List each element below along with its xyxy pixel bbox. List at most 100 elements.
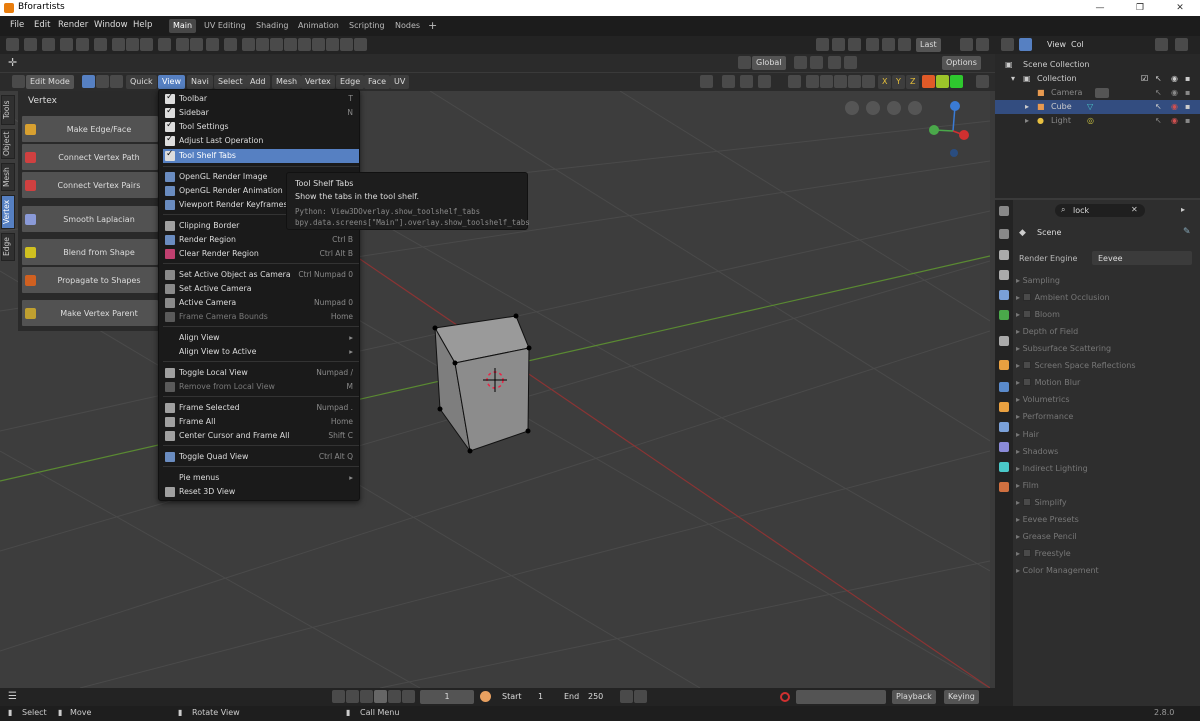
new-file-icon[interactable] bbox=[42, 38, 55, 51]
play-icon[interactable] bbox=[374, 690, 387, 703]
menu-item-toggle-quad-view[interactable]: Toggle Quad View Ctrl Alt Q bbox=[163, 450, 359, 464]
cursor-icon[interactable]: ↖ bbox=[1155, 88, 1162, 97]
close-icon[interactable]: ✕ bbox=[1160, 0, 1200, 16]
menu-item-render-region[interactable]: Render Region Ctrl B bbox=[163, 233, 359, 247]
mirror-y-toggle[interactable]: Y bbox=[892, 75, 905, 89]
import-icon[interactable] bbox=[158, 38, 171, 51]
play-reverse-icon[interactable] bbox=[360, 690, 373, 703]
panel-volumetrics[interactable]: ▸ Volumetrics bbox=[1016, 395, 1070, 404]
panel-freestyle[interactable]: ▸ Freestyle bbox=[1016, 549, 1071, 558]
playback-dropdown[interactable]: Playback bbox=[892, 690, 936, 704]
maximize-icon[interactable]: ❐ bbox=[1120, 0, 1160, 16]
propagate-to-shapes-button[interactable]: Propagate to Shapes bbox=[21, 266, 159, 294]
filter-icon[interactable] bbox=[1175, 38, 1188, 51]
cursor-icon[interactable]: ↖ bbox=[1155, 116, 1162, 125]
panel-motion-blur[interactable]: ▸ Motion Blur bbox=[1016, 378, 1080, 387]
add-workspace-button[interactable]: + bbox=[424, 17, 441, 32]
search-icon[interactable] bbox=[960, 38, 973, 51]
redo-icon[interactable] bbox=[848, 38, 861, 51]
object-tab-icon[interactable] bbox=[999, 360, 1009, 370]
panel-film[interactable]: ▸ Film bbox=[1016, 481, 1039, 490]
checkbox-icon[interactable] bbox=[1022, 361, 1031, 369]
menu-item-set-active-object-as-camera[interactable]: Set Active Object as Camera Ctrl Numpad 0 bbox=[163, 268, 359, 282]
menu-face[interactable]: Face bbox=[364, 75, 391, 89]
current-frame-field[interactable]: 1 bbox=[420, 690, 474, 704]
pin-icon[interactable]: ✎ bbox=[1183, 227, 1191, 237]
start-frame-field[interactable]: 1 bbox=[538, 692, 543, 701]
zoom-view-icon[interactable] bbox=[908, 101, 922, 115]
eye-icon[interactable]: ◉ bbox=[1171, 102, 1178, 111]
end-frame-field[interactable]: 250 bbox=[588, 692, 603, 701]
cone-icon[interactable] bbox=[326, 38, 339, 51]
rendered-shading-icon[interactable] bbox=[834, 75, 847, 88]
uv-sphere-icon[interactable] bbox=[284, 38, 297, 51]
keyframe-insert-icon[interactable] bbox=[620, 690, 633, 703]
panel-options-icon[interactable]: ▸ bbox=[1181, 205, 1185, 214]
minimize-icon[interactable]: — bbox=[1080, 0, 1120, 16]
menu-item-center-cursor-frame-all[interactable]: Center Cursor and Frame All Shift C bbox=[163, 429, 359, 443]
jump-end-icon[interactable] bbox=[402, 690, 415, 703]
shading-dropdown-icon[interactable] bbox=[848, 75, 861, 88]
expand-icon[interactable]: ▾ bbox=[1011, 74, 1015, 83]
workspace-tab-shading[interactable]: Shading bbox=[252, 19, 293, 33]
panel-eevee-presets[interactable]: ▸ Eevee Presets bbox=[1016, 515, 1079, 524]
navigation-gizmo[interactable] bbox=[920, 101, 990, 171]
undo-icon[interactable] bbox=[832, 38, 845, 51]
make-vertex-parent-button[interactable]: Make Vertex Parent bbox=[21, 299, 159, 327]
checkbox-icon[interactable] bbox=[1022, 310, 1031, 318]
menu-item-active-camera[interactable]: Active Camera Numpad 0 bbox=[163, 296, 359, 310]
jump-start-icon[interactable] bbox=[332, 690, 345, 703]
torus-icon[interactable] bbox=[340, 38, 353, 51]
panel-shadows[interactable]: ▸ Shadows bbox=[1016, 447, 1058, 456]
pan-view-icon[interactable] bbox=[887, 101, 901, 115]
mirror-x-toggle[interactable]: X bbox=[878, 75, 892, 89]
menu-item-reset-3d-view[interactable]: Reset 3D View bbox=[163, 485, 359, 499]
panel-grease-pencil[interactable]: ▸ Grease Pencil bbox=[1016, 532, 1077, 541]
editor-type-icon-4[interactable] bbox=[999, 206, 1009, 216]
ico-sphere-icon[interactable] bbox=[298, 38, 311, 51]
cube-icon[interactable] bbox=[256, 38, 269, 51]
cursor-tool-icon[interactable]: ✛ bbox=[8, 56, 17, 69]
save-icon[interactable] bbox=[112, 38, 125, 51]
shading-options-icon[interactable] bbox=[862, 75, 875, 88]
tab-object[interactable]: Object bbox=[1, 129, 15, 159]
eye-icon[interactable]: ◉ bbox=[1171, 74, 1178, 83]
open-folder-icon[interactable] bbox=[76, 38, 89, 51]
keying-set-field[interactable] bbox=[796, 690, 886, 704]
menu-navi[interactable]: Navi bbox=[187, 75, 213, 89]
camera-icon[interactable]: ▪ bbox=[1185, 74, 1190, 83]
tool-tab-icon[interactable] bbox=[999, 229, 1009, 239]
panel-subsurface-scattering[interactable]: ▸ Subsurface Scattering bbox=[1016, 344, 1111, 353]
constraints-tab-icon[interactable] bbox=[999, 442, 1009, 452]
open-file-icon[interactable] bbox=[60, 38, 73, 51]
record-icon[interactable] bbox=[780, 692, 790, 702]
menu-mesh[interactable]: Mesh bbox=[272, 75, 302, 89]
panel-depth-of-field[interactable]: ▸ Depth of Field bbox=[1016, 327, 1078, 336]
menu-item-frame-selected[interactable]: Frame Selected Numpad . bbox=[163, 401, 359, 415]
gizmo-toggle-icon[interactable] bbox=[700, 75, 713, 88]
falloff-icon[interactable] bbox=[844, 56, 857, 69]
editor-type-icon[interactable] bbox=[6, 38, 19, 51]
checkbox-icon[interactable] bbox=[1022, 378, 1031, 386]
dropdown-icon-2[interactable] bbox=[816, 38, 829, 51]
search-icon[interactable] bbox=[1155, 38, 1168, 51]
preview-range-icon[interactable] bbox=[480, 691, 491, 702]
clear-search-icon[interactable]: ✕ bbox=[1131, 205, 1138, 214]
face-select-icon[interactable] bbox=[110, 75, 123, 88]
repeat-icon[interactable] bbox=[898, 38, 911, 51]
tab-vertex[interactable]: Vertex bbox=[1, 195, 15, 229]
plane-icon[interactable] bbox=[242, 38, 255, 51]
circle-icon[interactable] bbox=[270, 38, 283, 51]
cube-mesh[interactable] bbox=[425, 311, 565, 461]
menu-uv[interactable]: UV bbox=[390, 75, 410, 89]
expand-icon[interactable]: ▸ bbox=[1025, 116, 1029, 125]
undo-history-icon[interactable] bbox=[866, 38, 879, 51]
tab-mesh[interactable]: Mesh bbox=[1, 163, 15, 191]
workspace-tab-scripting[interactable]: Scripting bbox=[345, 19, 389, 33]
panel-performance[interactable]: ▸ Performance bbox=[1016, 412, 1073, 421]
menu-item-toggle-local-view[interactable]: Toggle Local View Numpad / bbox=[163, 366, 359, 380]
fire-icon[interactable] bbox=[922, 75, 935, 88]
menu-edit[interactable]: Edit bbox=[34, 20, 50, 30]
outliner-row-cube[interactable]: ▸ ■ Cube ▽ ↖ ◉ ▪ bbox=[995, 100, 1200, 114]
next-keyframe-icon[interactable] bbox=[388, 690, 401, 703]
